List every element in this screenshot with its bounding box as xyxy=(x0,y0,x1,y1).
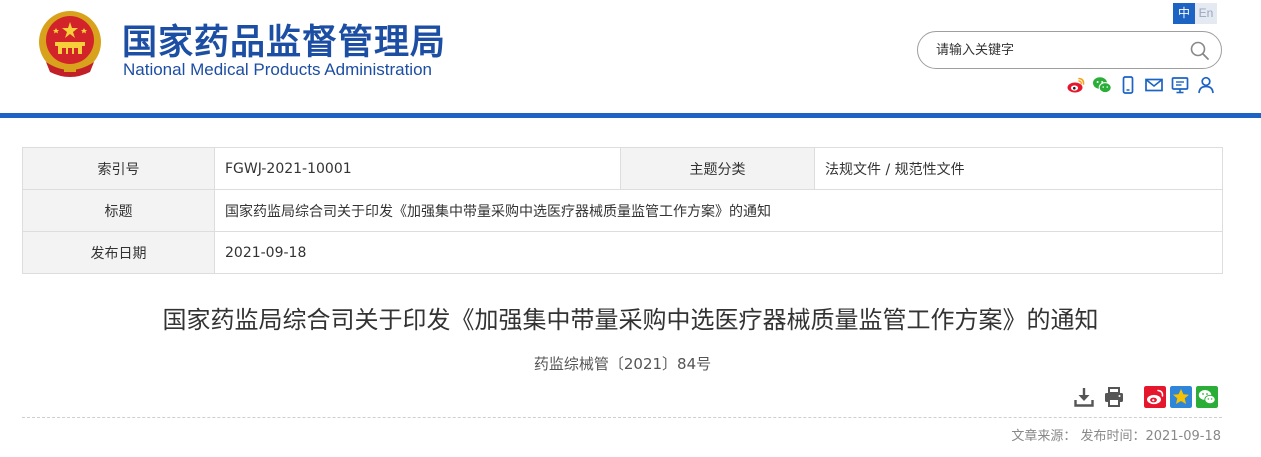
share-buttons xyxy=(1144,386,1218,408)
article-actions xyxy=(1072,385,1218,409)
print-icon[interactable] xyxy=(1102,385,1126,409)
category-value: 法规文件 / 规范性文件 xyxy=(814,147,1223,190)
search-input[interactable] xyxy=(936,40,1176,60)
category-label: 主题分类 xyxy=(620,147,815,190)
download-icon[interactable] xyxy=(1072,385,1096,409)
site-title-en: National Medical Products Administration xyxy=(123,60,432,79)
lang-zh-button[interactable]: 中 xyxy=(1173,3,1195,24)
publish-date-label: 发布日期 xyxy=(22,231,215,274)
search-icon[interactable] xyxy=(1189,40,1211,62)
table-row: 索引号 FGWJ-2021-10001 主题分类 法规文件 / 规范性文件 xyxy=(22,147,1223,190)
message-board-icon[interactable] xyxy=(1170,75,1190,95)
title-label: 标题 xyxy=(22,189,215,232)
publish-date-value: 2021-09-18 xyxy=(214,231,1223,274)
site-title-cn: 国家药品监督管理局 xyxy=(122,23,447,63)
wechat-icon[interactable] xyxy=(1092,75,1112,95)
source-and-publish-time: 文章来源： 发布时间：2021-09-18 xyxy=(1011,429,1221,444)
search-box xyxy=(917,31,1222,69)
index-number-value: FGWJ-2021-10001 xyxy=(214,147,621,190)
index-number-label: 索引号 xyxy=(22,147,215,190)
national-emblem-icon xyxy=(39,11,101,77)
table-row: 标题 国家药监局综合司关于印发《加强集中带量采购中选医疗器械质量监管工作方案》的… xyxy=(22,189,1223,232)
content-divider xyxy=(22,417,1222,418)
site-header: 国家药品监督管理局 National Medical Products Admi… xyxy=(0,0,1261,113)
weibo-icon[interactable] xyxy=(1066,75,1086,95)
mail-icon[interactable] xyxy=(1144,75,1164,95)
language-switch: 中 En xyxy=(1173,3,1217,24)
lang-en-button[interactable]: En xyxy=(1195,3,1217,24)
document-number: 药监综械管〔2021〕84号 xyxy=(533,355,712,373)
tool-icons xyxy=(1066,75,1216,95)
table-row: 发布日期 2021-09-18 xyxy=(22,231,1223,274)
article-title: 国家药监局综合司关于印发《加强集中带量采购中选医疗器械质量监管工作方案》的通知 xyxy=(162,306,1099,334)
share-wechat-icon[interactable] xyxy=(1196,386,1218,408)
mobile-icon[interactable] xyxy=(1118,75,1138,95)
header-divider xyxy=(0,113,1261,118)
document-meta-table: 索引号 FGWJ-2021-10001 主题分类 法规文件 / 规范性文件 标题… xyxy=(22,147,1223,274)
share-favorite-star-icon[interactable] xyxy=(1170,386,1192,408)
title-value: 国家药监局综合司关于印发《加强集中带量采购中选医疗器械质量监管工作方案》的通知 xyxy=(214,189,1223,232)
user-icon[interactable] xyxy=(1196,75,1216,95)
share-weibo-icon[interactable] xyxy=(1144,386,1166,408)
